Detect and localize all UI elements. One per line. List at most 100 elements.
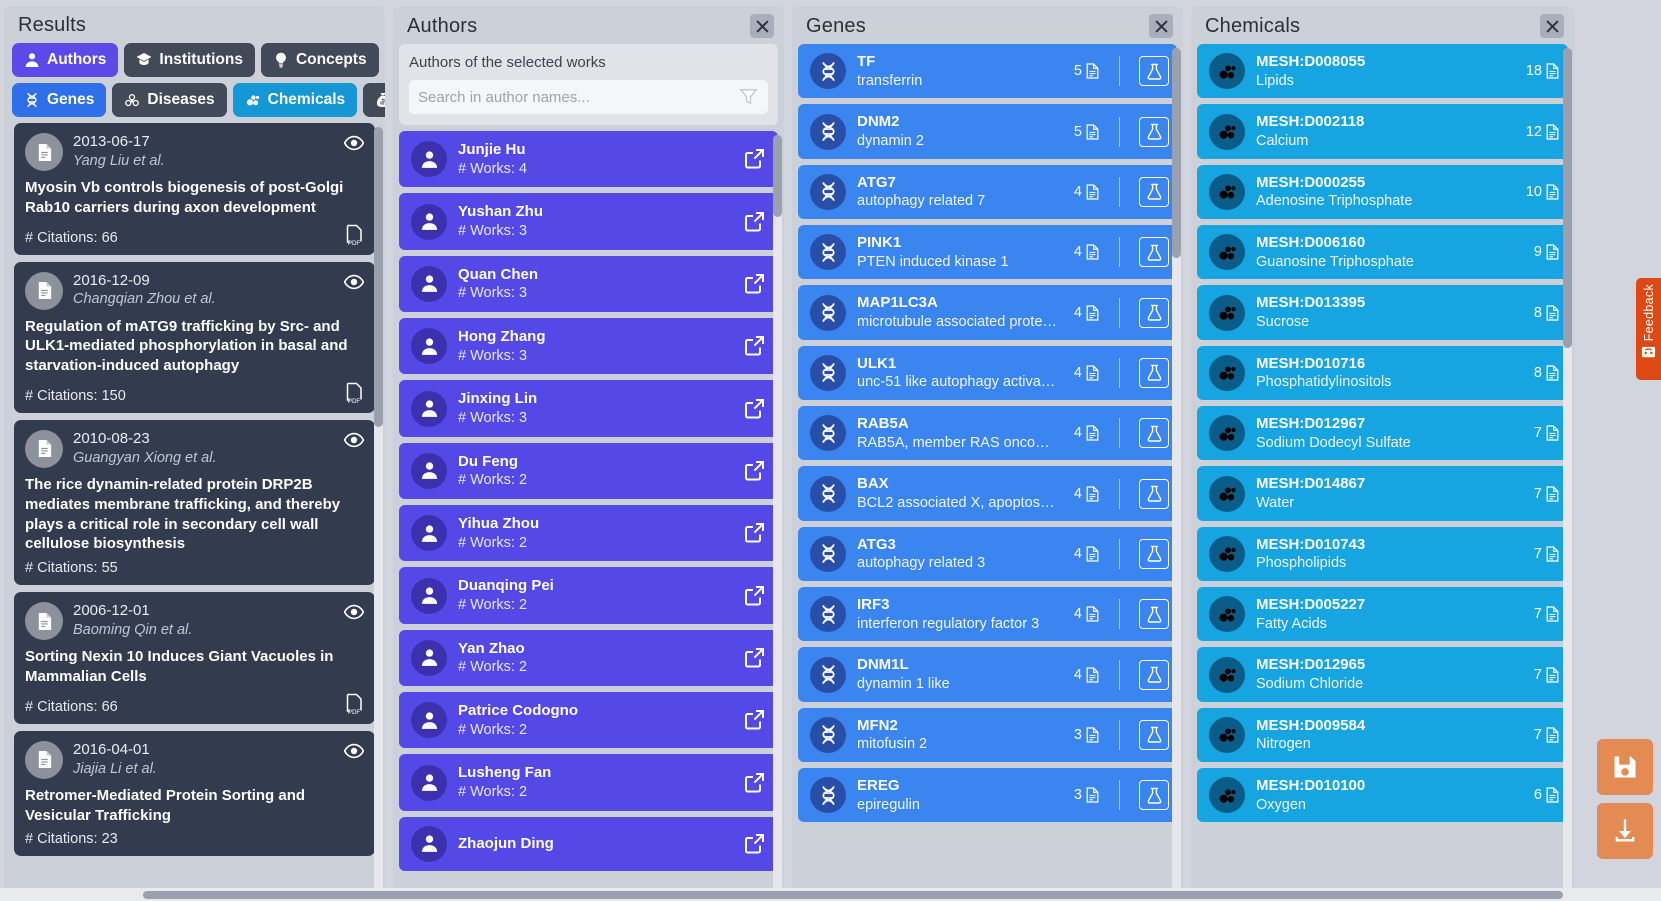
results-scroll-area[interactable]: 2013-06-17 Yang Liu et al. Myosin Vb contr…: [10, 123, 379, 895]
external-link-icon[interactable]: [744, 273, 766, 295]
author-row[interactable]: Quan Chen # Works: 3: [399, 255, 778, 313]
work-card[interactable]: 2010-08-23 Guangyan Xiong et al. The rice …: [14, 419, 375, 586]
tab-authors[interactable]: Authors: [12, 43, 119, 77]
chemical-row[interactable]: MESH:D002118 Calcium 12: [1197, 104, 1568, 159]
tab-chemicals[interactable]: Chemicals: [232, 83, 358, 117]
chemical-row[interactable]: MESH:D005227 Fatty Acids 7: [1197, 587, 1568, 642]
chemical-row[interactable]: MESH:D014867 Water 7: [1197, 466, 1568, 521]
gene-row[interactable]: IRF3 interferon regulatory factor 3 4: [798, 587, 1177, 642]
author-row[interactable]: Du Feng # Works: 2: [399, 442, 778, 500]
author-row[interactable]: Yihua Zhou # Works: 2: [399, 505, 778, 562]
author-row[interactable]: Zhaojun Ding: [399, 816, 778, 871]
external-link-icon[interactable]: [744, 148, 766, 170]
open-in-lab-button[interactable]: [1139, 357, 1169, 388]
download-button[interactable]: [1597, 803, 1653, 859]
chemical-row[interactable]: MESH:D010100 Oxygen 6: [1197, 768, 1568, 823]
author-search-wrap[interactable]: [409, 80, 768, 114]
tab-genes[interactable]: Genes: [12, 83, 107, 117]
gene-row[interactable]: PINK1 PTEN induced kinase 1 4: [798, 225, 1177, 280]
pdf-icon[interactable]: PDF: [344, 224, 364, 247]
chemical-row[interactable]: MESH:D010716 Phosphatidylinositols 8: [1197, 345, 1568, 401]
chemical-row[interactable]: MESH:D006160 Guanosine Triphosphate 9: [1197, 225, 1568, 280]
open-in-lab-button[interactable]: [1139, 659, 1169, 690]
author-row[interactable]: Lusheng Fan # Works: 2: [399, 754, 778, 811]
results-scrollbar[interactable]: [374, 127, 383, 897]
author-row[interactable]: Yushan Zhu # Works: 3: [399, 193, 778, 250]
tab-funders[interactable]: Funders: [363, 83, 385, 117]
chemical-row[interactable]: MESH:D010743 Phospholipids 7: [1197, 526, 1568, 582]
external-link-icon[interactable]: [744, 211, 766, 233]
genes-scrollbar[interactable]: [1172, 48, 1181, 897]
gene-row[interactable]: MAP1LC3A microtubule associated protei...…: [798, 285, 1177, 340]
author-row[interactable]: Junjie Hu # Works: 4: [399, 131, 778, 188]
chemical-row[interactable]: MESH:D009584 Nitrogen 7: [1197, 707, 1568, 763]
external-link-icon[interactable]: [744, 833, 766, 855]
open-in-lab-button[interactable]: [1139, 176, 1169, 207]
authors-scroll-area[interactable]: Junjie Hu # Works: 4 Yushan Zhu # Works: 3Q…: [399, 131, 778, 895]
close-chemicals-button[interactable]: [1540, 14, 1564, 38]
gene-row[interactable]: ATG3 autophagy related 3 4: [798, 526, 1177, 582]
preview-eye-icon[interactable]: [343, 430, 365, 450]
close-genes-button[interactable]: [1149, 14, 1173, 38]
horizontal-scrollbar[interactable]: [0, 888, 1661, 901]
external-link-icon[interactable]: [744, 335, 766, 357]
gene-row[interactable]: TF transferrin 5: [798, 44, 1177, 99]
chemicals-scroll-area[interactable]: MESH:D008055 Lipids 18 MESH:D002118 Calcium 1…: [1197, 44, 1568, 895]
preview-eye-icon[interactable]: [343, 741, 365, 761]
external-link-icon[interactable]: [744, 709, 766, 731]
open-in-lab-button[interactable]: [1139, 478, 1169, 509]
open-in-lab-button[interactable]: [1139, 237, 1169, 268]
open-in-lab-button[interactable]: [1139, 418, 1169, 449]
external-link-icon[interactable]: [744, 460, 766, 482]
chemical-row[interactable]: MESH:D012967 Sodium Dodecyl Sulfate 7: [1197, 406, 1568, 461]
external-link-icon[interactable]: [744, 398, 766, 420]
authors-scrollbar[interactable]: [773, 135, 782, 897]
open-in-lab-button[interactable]: [1139, 719, 1169, 750]
gene-row[interactable]: ATG7 autophagy related 7 4: [798, 164, 1177, 220]
chemicals-scrollbar[interactable]: [1563, 48, 1572, 897]
feedback-tab[interactable]: Feedback: [1636, 278, 1661, 380]
open-in-lab-button[interactable]: [1139, 538, 1169, 569]
chemical-row[interactable]: MESH:D013395 Sucrose 8: [1197, 285, 1568, 340]
work-card[interactable]: 2016-12-09 Changqian Zhou et al. Regulatio…: [14, 261, 375, 413]
preview-eye-icon[interactable]: [343, 602, 365, 622]
author-row[interactable]: Patrice Codogno # Works: 2: [399, 692, 778, 749]
work-card[interactable]: 2016-04-01 Jiajia Li et al. Retromer-Media…: [14, 730, 375, 857]
open-in-lab-button[interactable]: [1139, 116, 1169, 147]
author-search-input[interactable]: [418, 88, 739, 106]
gene-row[interactable]: ULK1 unc-51 like autophagy activati... 4: [798, 345, 1177, 401]
gene-row[interactable]: BAX BCL2 associated X, apoptosis r... 4: [798, 466, 1177, 521]
tab-concepts[interactable]: Concepts: [260, 43, 379, 77]
author-row[interactable]: Hong Zhang # Works: 3: [399, 318, 778, 375]
external-link-icon[interactable]: [744, 522, 766, 544]
gene-row[interactable]: DNM1L dynamin 1 like 4: [798, 647, 1177, 702]
open-in-lab-button[interactable]: [1139, 599, 1169, 630]
chemical-row[interactable]: MESH:D000255 Adenosine Triphosphate 10: [1197, 164, 1568, 220]
chemical-row[interactable]: MESH:D008055 Lipids 18: [1197, 44, 1568, 99]
external-link-icon[interactable]: [744, 772, 766, 794]
close-authors-button[interactable]: [750, 14, 774, 38]
external-link-icon[interactable]: [744, 585, 766, 607]
gene-row[interactable]: EREG epiregulin 3: [798, 768, 1177, 823]
pdf-icon[interactable]: PDF: [344, 693, 364, 716]
pdf-icon[interactable]: PDF: [344, 382, 364, 405]
author-row[interactable]: Yan Zhao # Works: 2: [399, 629, 778, 687]
tab-diseases[interactable]: Diseases: [112, 83, 227, 117]
open-in-lab-button[interactable]: [1139, 780, 1169, 811]
preview-eye-icon[interactable]: [343, 133, 365, 153]
save-button[interactable]: [1597, 739, 1653, 795]
tab-institutions[interactable]: Institutions: [124, 43, 255, 77]
chemical-row[interactable]: MESH:D012965 Sodium Chloride 7: [1197, 647, 1568, 702]
gene-row[interactable]: MFN2 mitofusin 2 3: [798, 707, 1177, 763]
genes-scroll-area[interactable]: TF transferrin 5 DNM2 dynamin 2 5 ATG7 autophag…: [798, 44, 1177, 895]
author-row[interactable]: Jinxing Lin # Works: 3: [399, 380, 778, 437]
gene-row[interactable]: DNM2 dynamin 2 5: [798, 104, 1177, 159]
open-in-lab-button[interactable]: [1139, 297, 1169, 328]
gene-row[interactable]: RAB5A RAB5A, member RAS oncogen... 4: [798, 406, 1177, 461]
work-card[interactable]: 2006-12-01 Baoming Qin et al. Sorting Nexi…: [14, 592, 375, 724]
open-in-lab-button[interactable]: [1139, 56, 1169, 87]
author-row[interactable]: Duanqing Pei # Works: 2: [399, 567, 778, 624]
filter-funnel-icon[interactable]: [739, 87, 759, 107]
preview-eye-icon[interactable]: [343, 272, 365, 292]
external-link-icon[interactable]: [744, 647, 766, 669]
